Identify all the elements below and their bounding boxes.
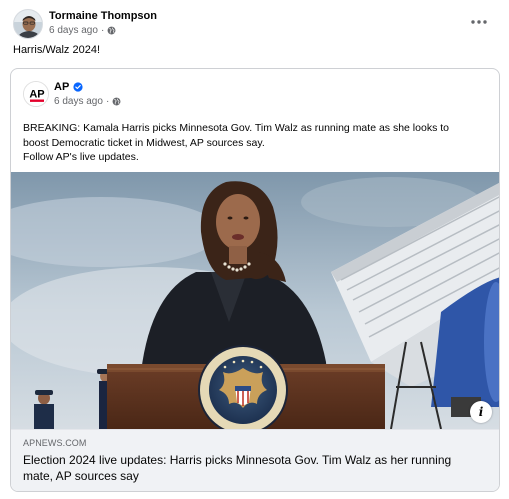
link-domain: APNEWS.COM bbox=[23, 438, 87, 448]
info-icon: i bbox=[478, 405, 484, 419]
speaker-at-podium-image bbox=[11, 172, 499, 429]
facebook-post: Tormaine Thompson 6 days ago · Harris/Wa… bbox=[0, 0, 509, 499]
ap-logo-image: AP bbox=[24, 82, 48, 106]
source-name[interactable]: AP bbox=[54, 81, 69, 93]
shared-text-line: BREAKING: Kamala Harris picks Minnesota … bbox=[23, 122, 449, 134]
verified-badge-icon bbox=[73, 82, 83, 92]
globe-icon[interactable] bbox=[107, 26, 116, 35]
post-header: Tormaine Thompson 6 days ago · bbox=[13, 9, 497, 39]
source-time[interactable]: 6 days ago bbox=[54, 96, 103, 107]
author-avatar[interactable] bbox=[13, 9, 43, 39]
ap-logo[interactable]: AP bbox=[23, 81, 49, 107]
shared-post-header: AP AP 6 days ago · bbox=[23, 79, 323, 111]
post-text: Harris/Walz 2024! bbox=[13, 44, 101, 56]
shared-text-line: boost Democratic ticket in Midwest, AP s… bbox=[23, 136, 265, 149]
post-meta: 6 days ago · bbox=[49, 25, 116, 36]
shared-post-text: BREAKING: Kamala Harris picks Minnesota … bbox=[23, 121, 489, 165]
post-time[interactable]: 6 days ago bbox=[49, 25, 98, 36]
more-options-icon bbox=[471, 20, 487, 24]
meta-separator: · bbox=[100, 25, 105, 36]
source-meta: 6 days ago · bbox=[54, 96, 121, 107]
ap-logo-text: AP bbox=[29, 89, 44, 101]
avatar-image bbox=[14, 10, 42, 38]
author-name[interactable]: Tormaine Thompson bbox=[49, 10, 157, 22]
more-options-button[interactable] bbox=[469, 14, 489, 30]
shared-text-line: Follow AP's live updates. bbox=[23, 151, 139, 163]
globe-icon[interactable] bbox=[112, 97, 121, 106]
link-headline[interactable]: Election 2024 live updates: Harris picks… bbox=[23, 452, 473, 484]
meta-separator: · bbox=[105, 96, 110, 107]
link-preview-footer[interactable]: APNEWS.COM Election 2024 live updates: H… bbox=[11, 429, 499, 491]
shared-post-card: AP AP 6 days ago · BREAKING: Kamala Harr… bbox=[10, 68, 500, 492]
image-info-button[interactable]: i bbox=[470, 401, 492, 423]
link-preview-photo[interactable]: i bbox=[11, 172, 499, 429]
source-name-row: AP bbox=[54, 81, 83, 93]
